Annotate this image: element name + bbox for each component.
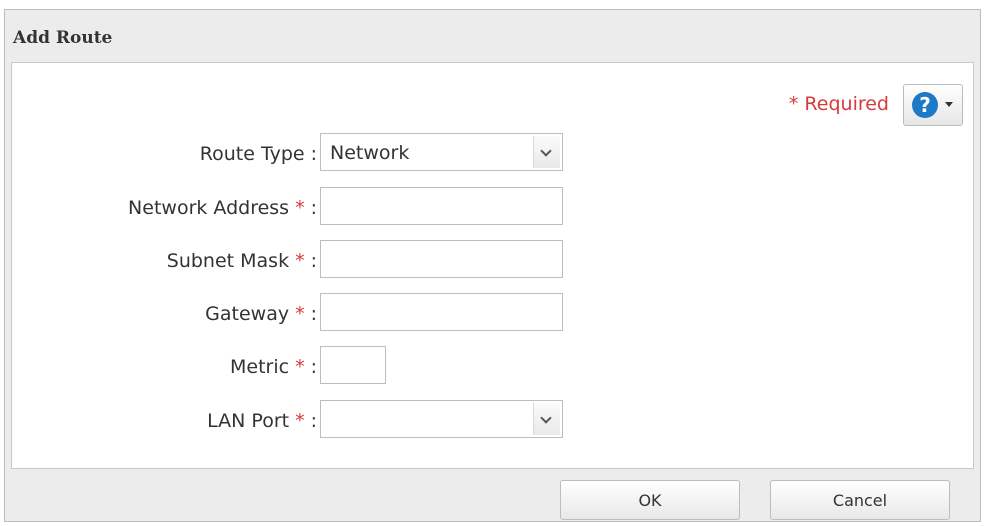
network-address-input[interactable] xyxy=(320,187,563,225)
subnet-mask-label: Subnet Mask *: xyxy=(166,250,317,272)
chevron-down-icon[interactable] xyxy=(533,403,560,435)
dialog-title: Add Route xyxy=(13,28,113,48)
required-indicator: * Required xyxy=(788,93,889,115)
route-type-row: Route Type: Network xyxy=(12,133,975,175)
ok-button[interactable]: OK xyxy=(560,480,740,520)
metric-input[interactable] xyxy=(320,346,386,384)
gateway-label: Gateway *: xyxy=(205,303,317,325)
help-dropdown-button[interactable]: ? xyxy=(903,84,963,126)
lan-port-select[interactable] xyxy=(320,400,563,438)
network-address-label: Network Address *: xyxy=(128,197,317,219)
network-address-row: Network Address *: xyxy=(12,187,975,229)
help-icon: ? xyxy=(912,92,938,118)
metric-row: Metric *: xyxy=(12,346,975,388)
subnet-mask-input[interactable] xyxy=(320,240,563,278)
route-type-label: Route Type: xyxy=(199,143,317,165)
chevron-down-icon[interactable] xyxy=(533,136,560,168)
form-panel: * Required ? Route Type: Network Network… xyxy=(11,62,974,469)
route-type-value: Network xyxy=(330,142,410,164)
gateway-input[interactable] xyxy=(320,293,563,331)
add-route-dialog: Add Route * Required ? Route Type: Netwo… xyxy=(4,9,981,522)
caret-down-icon xyxy=(945,102,953,107)
lan-port-label: LAN Port *: xyxy=(207,410,317,432)
gateway-row: Gateway *: xyxy=(12,293,975,335)
route-type-select[interactable]: Network xyxy=(320,133,563,171)
metric-label: Metric *: xyxy=(230,356,317,378)
subnet-mask-row: Subnet Mask *: xyxy=(12,240,975,282)
cancel-button[interactable]: Cancel xyxy=(770,480,950,520)
lan-port-row: LAN Port *: xyxy=(12,400,975,442)
